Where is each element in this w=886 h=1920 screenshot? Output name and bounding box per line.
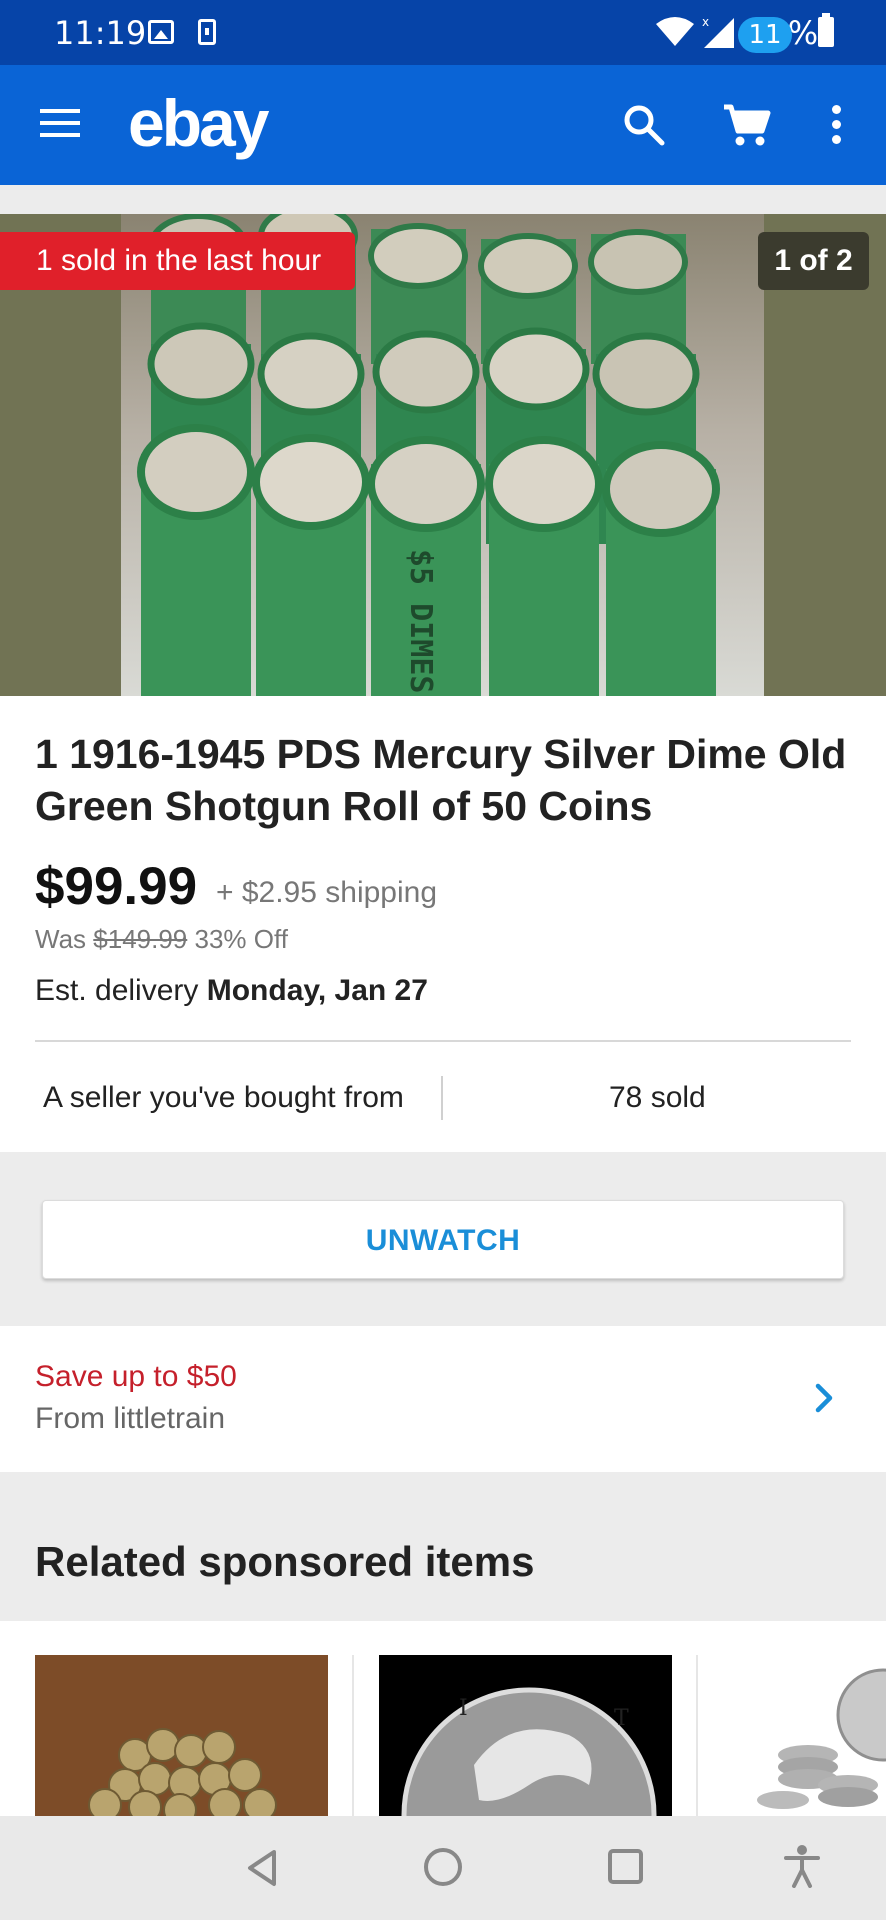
back-icon[interactable] [244, 1848, 280, 1888]
item-title: 1 1916-1945 PDS Mercury Silver Dime Old … [35, 731, 847, 829]
item-info-card: 1 1916-1945 PDS Mercury Silver Dime Old … [0, 696, 886, 1152]
was-price: $149.99 [93, 924, 188, 954]
accessibility-icon[interactable] [784, 1844, 820, 1888]
promo-title: Save up to $50 [35, 1360, 237, 1393]
chevron-right-icon [815, 1383, 833, 1413]
card-separator [352, 1655, 354, 1816]
original-price-line: Was $149.99 33% Off [35, 924, 288, 955]
overflow-menu-icon[interactable] [830, 105, 842, 145]
delivery-label: Est. delivery [35, 974, 199, 1007]
seller-promo-row[interactable]: Save up to $50 From littletrain [0, 1326, 886, 1472]
home-icon[interactable] [424, 1848, 462, 1886]
image-counter: 1 of 2 [758, 232, 869, 290]
related-item-card[interactable] [723, 1655, 886, 1816]
related-item-card[interactable]: I T [379, 1655, 672, 1816]
item-price: $99.99 [35, 857, 198, 916]
app-bar: ebay [0, 65, 886, 185]
estimated-delivery: Est. delivery Monday, Jan 27 [35, 974, 428, 1008]
recents-icon[interactable] [608, 1849, 643, 1884]
ebay-logo[interactable]: ebay [128, 85, 269, 161]
cart-icon[interactable] [722, 101, 772, 149]
image-notification-icon [148, 20, 174, 44]
menu-icon[interactable] [40, 109, 80, 141]
signal-icon: x [702, 15, 734, 48]
cart-count-badge: 11 [738, 17, 792, 53]
card-separator [696, 1655, 698, 1816]
divider [35, 1040, 851, 1042]
related-item-card[interactable] [35, 1655, 328, 1816]
svg-text:I: I [459, 1696, 468, 1721]
was-label: Was [35, 924, 87, 954]
wifi-icon [656, 17, 694, 46]
delivery-date: Monday, Jan 27 [206, 974, 428, 1007]
svg-text:x: x [702, 15, 709, 29]
vertical-divider [441, 1076, 443, 1120]
shipping-cost: + $2.95 shipping [216, 876, 438, 909]
sold-recently-badge: 1 sold in the last hour [0, 232, 355, 290]
discount-percent: 33% Off [194, 924, 288, 954]
svg-text:T: T [614, 1706, 629, 1731]
seller-note: A seller you've bought from [43, 1081, 404, 1114]
battery-icon [818, 13, 834, 47]
unwatch-button[interactable]: UNWATCH [42, 1200, 844, 1279]
related-items-heading: Related sponsored items [35, 1538, 535, 1585]
promo-subtitle: From littletrain [35, 1402, 226, 1435]
related-items-carousel[interactable]: I T [0, 1621, 886, 1816]
system-nav-bar [0, 1816, 886, 1920]
status-time: 11:19 [54, 14, 147, 52]
device-notification-icon [198, 19, 216, 45]
app-root: 11:19 x 79% ebay 11 [0, 0, 886, 1920]
svg-text:$5 DIMES: $5 DIMES [403, 549, 438, 694]
sold-count: 78 sold [609, 1081, 706, 1114]
search-icon[interactable] [620, 101, 668, 149]
